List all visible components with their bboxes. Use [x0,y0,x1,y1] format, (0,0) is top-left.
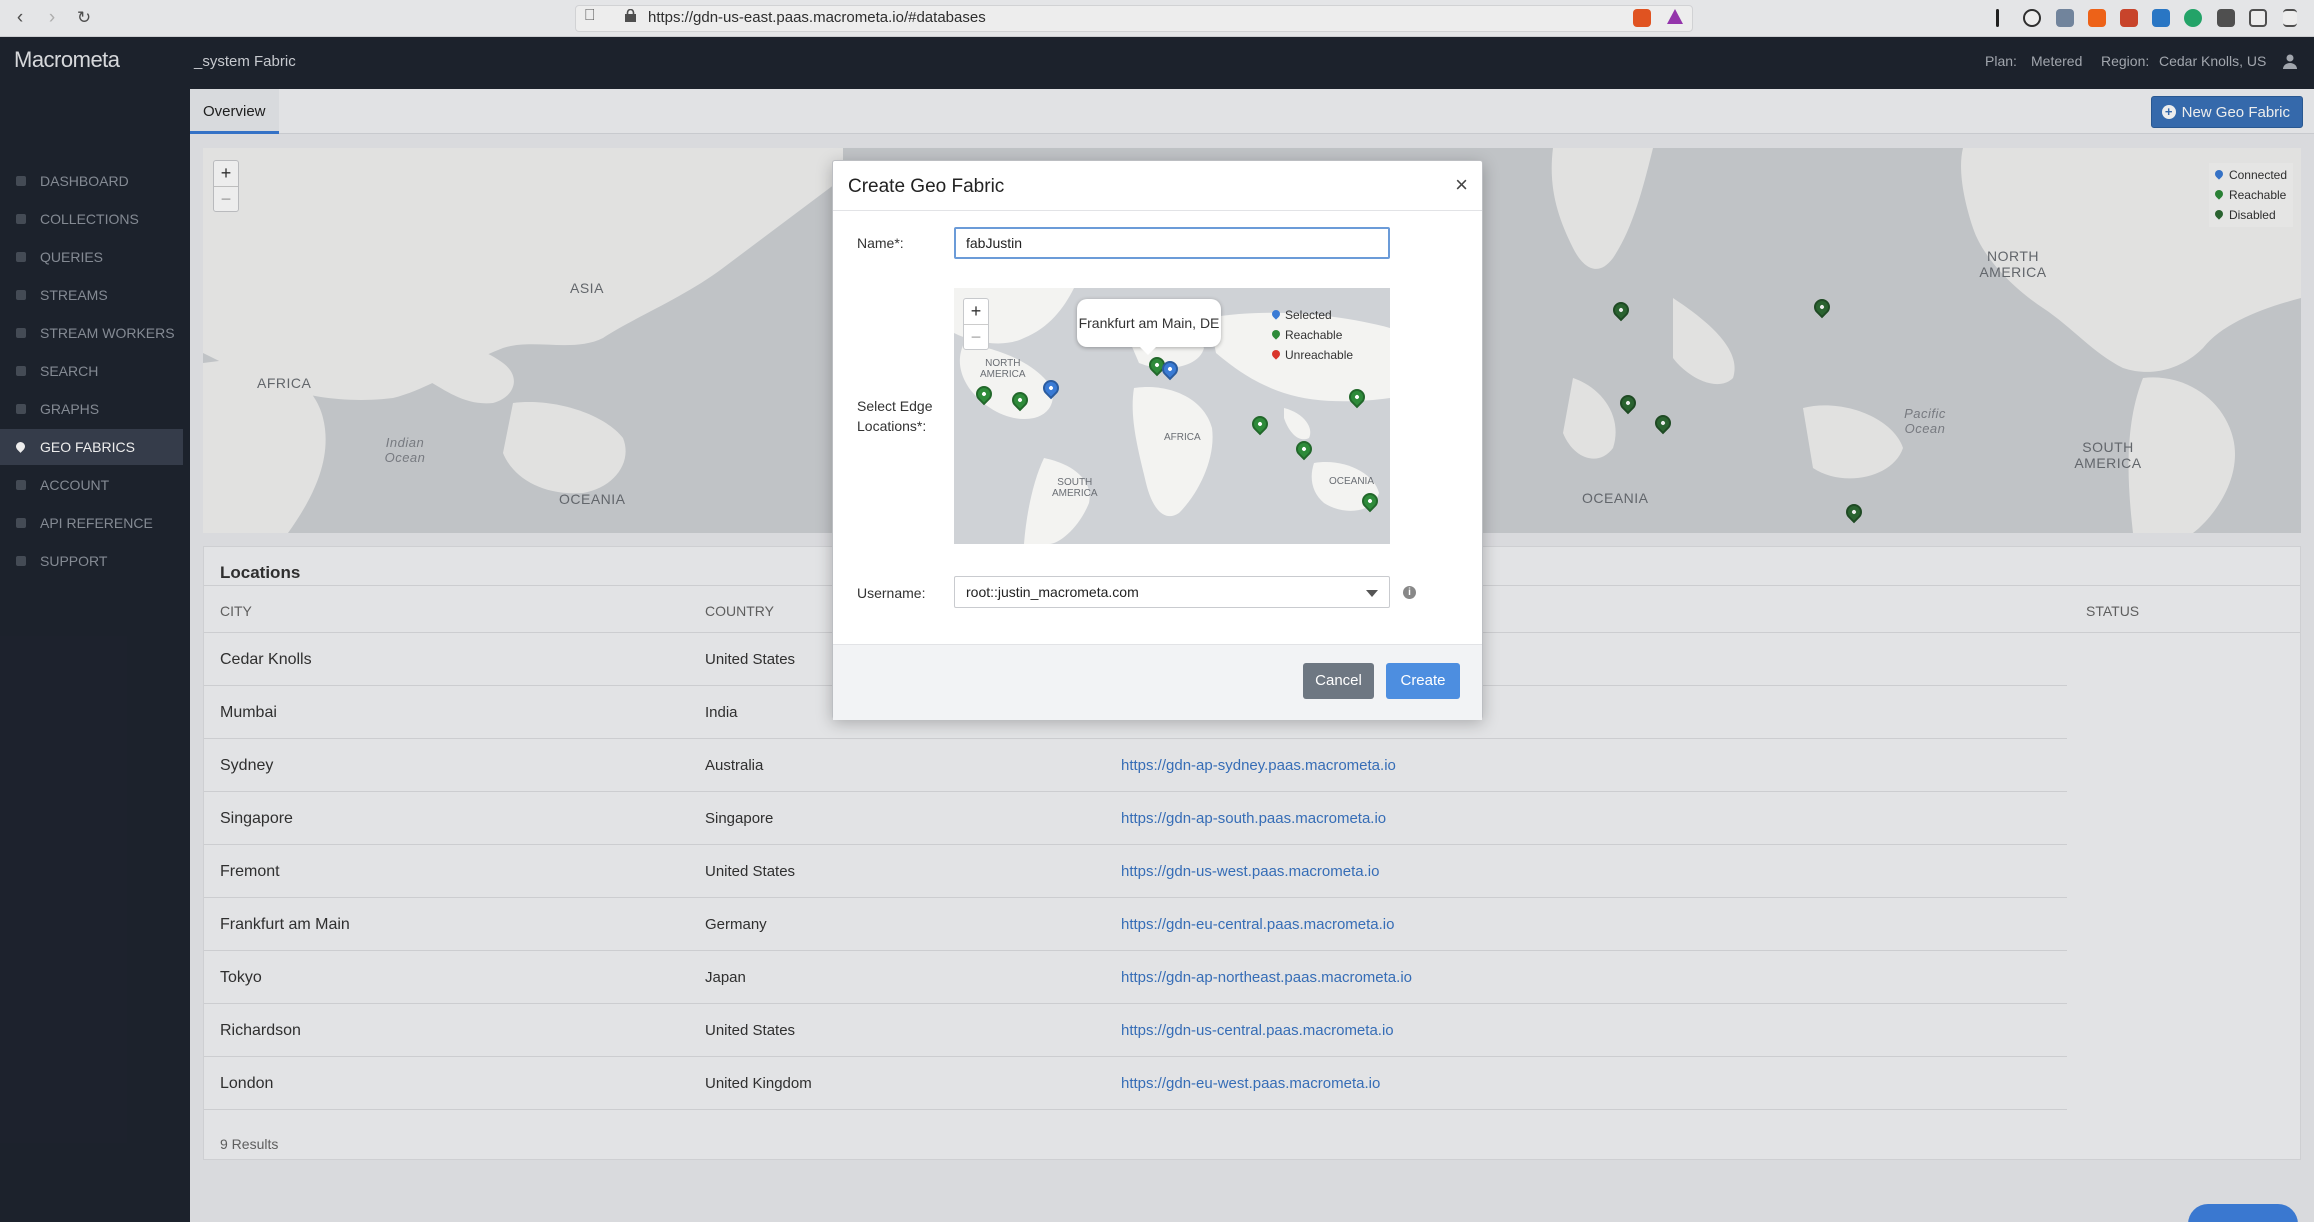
create-button[interactable]: Create [1386,663,1460,699]
edge-map-label-south-america: SOUTH AMERICA [1052,477,1098,499]
edge-map-label-oceania: OCEANIA [1329,476,1375,487]
legend-reachable: Reachable [1270,325,1353,345]
edge-map-label-africa: AFRICA [1164,432,1201,443]
edge-map-zoom-control: + − [963,298,989,350]
info-icon[interactable]: i [1403,586,1416,599]
reachable-pin-icon [1270,328,1282,340]
unreachable-pin-icon [1270,348,1282,360]
edge-zoom-in-button[interactable]: + [964,299,988,324]
create-geo-fabric-dialog: Create Geo Fabric × Name*: Select Edge L… [832,160,1483,720]
edge-zoom-out-button[interactable]: − [964,324,988,349]
dialog-header: Create Geo Fabric × [833,161,1482,211]
cancel-button[interactable]: Cancel [1303,663,1374,699]
fabric-name-input[interactable] [954,227,1390,259]
close-icon[interactable]: × [1455,174,1468,196]
name-label: Name*: [857,235,904,251]
chevron-down-icon [1366,590,1378,597]
selected-pin-icon [1270,308,1282,320]
legend-unreachable: Unreachable [1270,345,1353,365]
edge-locations-label: Select Edge Locations*: [857,398,933,434]
legend-selected: Selected [1270,305,1353,325]
username-label: Username: [857,585,926,601]
dialog-title: Create Geo Fabric [848,176,1005,197]
dialog-footer: Cancel Create [833,644,1482,720]
edge-map-legend: Selected Reachable Unreachable [1270,305,1353,365]
location-tooltip: Frankfurt am Main, DE [1077,299,1221,355]
edge-locations-map[interactable]: + − NORTH AMERICA AFRICA SOUTH AMERICA OCE… [954,288,1390,544]
username-select[interactable]: root::justin_macrometa.com [954,576,1390,608]
edge-map-label-north-america: NORTH AMERICA [980,358,1026,380]
